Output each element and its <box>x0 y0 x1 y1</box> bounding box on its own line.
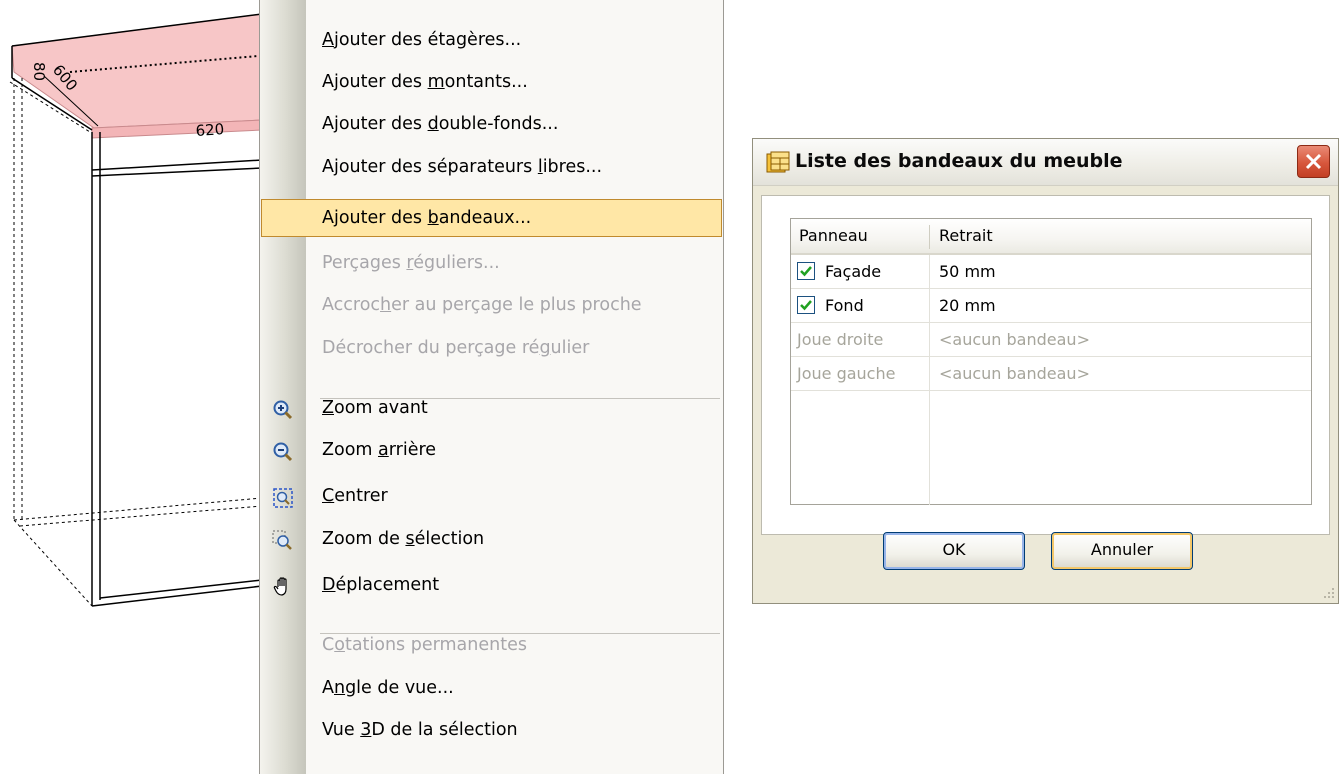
menu-item-angle-de-vue[interactable]: Angle de vue... <box>261 669 722 707</box>
cell-panneau: Joue droite <box>797 330 884 349</box>
zoom-selection-icon <box>272 528 294 550</box>
context-menu: Ajouter des étagères... Ajouter des monta… <box>259 0 724 774</box>
menu-item-label: Ajouter des séparateurs libres... <box>322 157 603 177</box>
header-divider[interactable] <box>929 225 930 249</box>
cell-retrait[interactable]: <aucun bandeau> <box>939 357 1090 390</box>
dim-width-label: 620 <box>195 120 225 140</box>
menu-item-label: Zoom avant <box>322 398 428 418</box>
cabinet-app-icon <box>766 151 790 173</box>
menu-item-percages-reguliers: Perçages réguliers... <box>261 244 722 282</box>
checkmark-icon <box>800 266 812 277</box>
dialog-content-frame: Panneau Retrait Façade 50 mm Fond 20 mm Joue… <box>761 195 1330 535</box>
table-header: Panneau Retrait <box>791 219 1311 255</box>
pan-hand-icon <box>272 574 294 596</box>
menu-item-deplacement[interactable]: Déplacement <box>261 566 722 604</box>
menu-item-label: Perçages réguliers... <box>322 253 500 273</box>
checkmark-icon <box>800 300 812 311</box>
table-row[interactable]: Fond 20 mm <box>791 289 1311 323</box>
cell-panneau: Façade <box>825 262 882 281</box>
menu-item-label: Cotations permanentes <box>322 635 527 655</box>
menu-item-label: Décrocher du perçage régulier <box>322 338 590 358</box>
menu-item-label: Ajouter des double-fonds... <box>322 114 559 134</box>
menu-item-label: Ajouter des étagères... <box>322 30 522 50</box>
menu-item-decrocher-du-percage-regulier: Décrocher du perçage régulier <box>261 329 722 367</box>
menu-item-zoom-avant[interactable]: Zoom avant <box>261 389 722 427</box>
menu-item-ajouter-des-double-fonds[interactable]: Ajouter des double-fonds... <box>261 105 722 143</box>
dialog-title: Liste des bandeaux du meuble <box>795 150 1123 172</box>
close-icon <box>1305 153 1322 170</box>
dim-height-label: 80 <box>30 62 48 81</box>
menu-item-label: Ajouter des montants... <box>322 72 528 92</box>
menu-item-label: Accrocher au perçage le plus proche <box>322 295 642 315</box>
cancel-button[interactable]: Annuler <box>1051 532 1193 570</box>
dialog-titlebar[interactable]: Liste des bandeaux du meuble <box>753 139 1338 186</box>
cabinet-wireframe[interactable]: 80 600 620 <box>0 0 270 774</box>
menu-item-vue-3d-de-la-selection[interactable]: Vue 3D de la sélection <box>261 711 722 749</box>
close-button[interactable] <box>1297 145 1330 178</box>
table-row[interactable]: Façade 50 mm <box>791 255 1311 289</box>
menu-item-ajouter-des-separateurs-libres[interactable]: Ajouter des séparateurs libres... <box>261 148 722 186</box>
cell-panneau: Fond <box>825 296 864 315</box>
bandeaux-table: Panneau Retrait Façade 50 mm Fond 20 mm Joue… <box>790 218 1312 505</box>
cell-retrait[interactable]: <aucun bandeau> <box>939 323 1090 356</box>
center-view-icon <box>272 485 294 508</box>
menu-item-accrocher-au-percage-le-plus-proche: Accrocher au perçage le plus proche <box>261 286 722 324</box>
zoom-in-icon <box>272 397 294 420</box>
cell-retrait[interactable]: 50 mm <box>939 255 996 288</box>
table-row[interactable]: Joue gauche <aucun bandeau> <box>791 357 1311 391</box>
menu-item-label: Angle de vue... <box>322 678 454 698</box>
menu-item-label: Zoom de sélection <box>322 529 485 549</box>
menu-item-ajouter-des-montants[interactable]: Ajouter des montants... <box>261 63 722 101</box>
menu-item-label: Centrer <box>322 486 388 506</box>
menu-item-ajouter-des-etageres[interactable]: Ajouter des étagères... <box>261 21 722 59</box>
menu-item-label: Zoom arrière <box>322 440 437 460</box>
row-checkbox[interactable] <box>797 296 815 314</box>
cell-retrait[interactable]: 20 mm <box>939 289 996 322</box>
dialog-bandeaux: Liste des bandeaux du meuble Panneau Ret… <box>752 138 1339 604</box>
menu-item-zoom-arriere[interactable]: Zoom arrière <box>261 431 722 469</box>
menu-item-ajouter-des-bandeaux[interactable]: Ajouter des bandeaux... <box>261 199 722 237</box>
ok-button[interactable]: OK <box>883 532 1025 570</box>
menu-separator <box>320 398 720 399</box>
table-row[interactable]: Joue droite <aucun bandeau> <box>791 323 1311 357</box>
menu-item-centrer[interactable]: Centrer <box>261 477 722 515</box>
menu-separator <box>320 633 720 634</box>
column-header-panneau[interactable]: Panneau <box>799 219 868 253</box>
zoom-out-icon <box>272 439 294 462</box>
menu-item-zoom-de-selection[interactable]: Zoom de sélection <box>261 520 722 558</box>
menu-item-label: Vue 3D de la sélection <box>322 720 518 740</box>
menu-item-label: Ajouter des bandeaux... <box>322 208 532 228</box>
cell-panneau: Joue gauche <box>797 364 896 383</box>
column-header-retrait[interactable]: Retrait <box>939 219 993 253</box>
row-checkbox[interactable] <box>797 262 815 280</box>
menu-item-label: Déplacement <box>322 575 440 595</box>
menu-item-cotations-permanentes: Cotations permanentes <box>261 626 722 664</box>
resize-grip-icon[interactable] <box>1321 586 1335 600</box>
